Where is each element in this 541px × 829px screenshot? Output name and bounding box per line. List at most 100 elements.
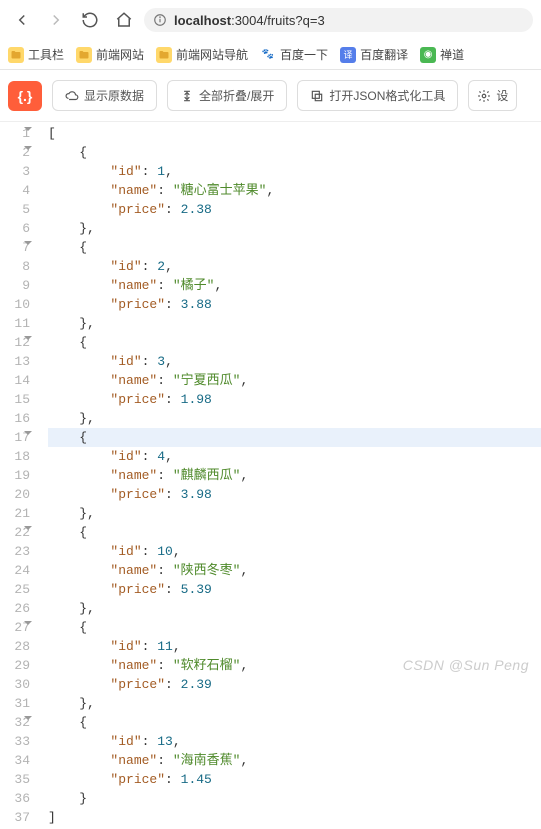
- code-line: "name": "橘子",: [48, 276, 541, 295]
- code-line: },: [48, 409, 541, 428]
- code-line: "price": 2.39: [48, 675, 541, 694]
- code-line: "price": 1.45: [48, 770, 541, 789]
- line-number: 13: [0, 352, 30, 371]
- code-line: "name": "海南香蕉",: [48, 751, 541, 770]
- code-line: "id": 10,: [48, 542, 541, 561]
- code-line: "price": 3.98: [48, 485, 541, 504]
- collapse-expand-label: 全部折叠/展开: [199, 87, 274, 104]
- url-text: localhost:3004/fruits?q=3: [174, 13, 525, 28]
- line-number: 20: [0, 485, 30, 504]
- code-line: "price": 5.39: [48, 580, 541, 599]
- bookmark-label: 工具栏: [28, 46, 64, 63]
- bookmark-label: 前端网站导航: [176, 46, 248, 63]
- line-number: 3: [0, 162, 30, 181]
- line-number: 23: [0, 542, 30, 561]
- bookmark-item[interactable]: ◉禅道: [420, 46, 464, 63]
- code-line: },: [48, 314, 541, 333]
- collapse-expand-button[interactable]: 全部折叠/展开: [167, 80, 287, 111]
- line-number: 33: [0, 732, 30, 751]
- fold-toggle-icon[interactable]: [24, 716, 32, 720]
- settings-button[interactable]: 设: [468, 80, 517, 111]
- translate-icon: 译: [340, 47, 356, 63]
- bookmark-item[interactable]: 🐾百度一下: [260, 46, 328, 63]
- bookmark-item[interactable]: 前端网站: [76, 46, 144, 63]
- home-button[interactable]: [110, 6, 138, 34]
- browser-nav-bar: localhost:3004/fruits?q=3: [0, 0, 541, 40]
- line-number: 9: [0, 276, 30, 295]
- code-line: "id": 4,: [48, 447, 541, 466]
- fold-toggle-icon[interactable]: [24, 431, 32, 435]
- fold-toggle-icon[interactable]: [24, 336, 32, 340]
- line-number: 29: [0, 656, 30, 675]
- code-line: "price": 1.98: [48, 390, 541, 409]
- line-number: 17: [0, 428, 30, 447]
- fold-toggle-icon[interactable]: [24, 241, 32, 245]
- app-icon: ◉: [420, 47, 436, 63]
- line-number: 36: [0, 789, 30, 808]
- open-tool-label: 打开JSON格式化工具: [329, 87, 445, 104]
- extension-logo: {.}: [8, 81, 42, 111]
- external-icon: [310, 89, 324, 103]
- back-button[interactable]: [8, 6, 36, 34]
- line-number: 8: [0, 257, 30, 276]
- show-raw-label: 显示原数据: [84, 87, 144, 104]
- line-number: 21: [0, 504, 30, 523]
- code-line: }: [48, 789, 541, 808]
- line-number: 34: [0, 751, 30, 770]
- code-line: {: [48, 428, 541, 447]
- code-line: "name": "陕西冬枣",: [48, 561, 541, 580]
- code-line: {: [48, 523, 541, 542]
- collapse-icon: [180, 89, 194, 103]
- line-number: 32: [0, 713, 30, 732]
- code-line: "id": 13,: [48, 732, 541, 751]
- fold-toggle-icon[interactable]: [24, 127, 32, 131]
- code-line: },: [48, 694, 541, 713]
- json-viewer-toolbar: {.} 显示原数据 全部折叠/展开 打开JSON格式化工具 设: [0, 70, 541, 122]
- code-line: {: [48, 143, 541, 162]
- baidu-icon: 🐾: [260, 47, 276, 63]
- code-line: "id": 2,: [48, 257, 541, 276]
- line-number: 27: [0, 618, 30, 637]
- bookmarks-bar: 工具栏前端网站 前端网站导航 🐾百度一下译百度翻译 ◉禅道: [0, 40, 541, 70]
- line-number: 28: [0, 637, 30, 656]
- line-number: 4: [0, 181, 30, 200]
- code-line: "price": 3.88: [48, 295, 541, 314]
- show-raw-button[interactable]: 显示原数据: [52, 80, 157, 111]
- line-number: 18: [0, 447, 30, 466]
- code-line: },: [48, 599, 541, 618]
- gear-icon: [477, 89, 491, 103]
- code-body[interactable]: [ { "id": 1, "name": "糖心富士苹果", "price": …: [38, 122, 541, 829]
- cloud-icon: [65, 89, 79, 103]
- bookmark-item[interactable]: 前端网站导航: [156, 46, 248, 63]
- line-number: 37: [0, 808, 30, 827]
- line-number: 1: [0, 124, 30, 143]
- url-bar[interactable]: localhost:3004/fruits?q=3: [144, 8, 533, 32]
- fold-toggle-icon[interactable]: [24, 621, 32, 625]
- bookmark-label: 百度翻译: [360, 46, 408, 63]
- bookmark-item[interactable]: 工具栏: [8, 46, 64, 63]
- line-number: 26: [0, 599, 30, 618]
- code-line: [: [48, 124, 541, 143]
- fold-toggle-icon[interactable]: [24, 146, 32, 150]
- code-line: "name": "麒麟西瓜",: [48, 466, 541, 485]
- fold-toggle-icon[interactable]: [24, 526, 32, 530]
- settings-label: 设: [496, 87, 508, 104]
- line-number: 25: [0, 580, 30, 599]
- bookmark-label: 百度一下: [280, 46, 328, 63]
- open-tool-button[interactable]: 打开JSON格式化工具: [297, 80, 458, 111]
- bookmark-item[interactable]: 译百度翻译: [340, 46, 408, 63]
- line-number: 22: [0, 523, 30, 542]
- forward-button[interactable]: [42, 6, 70, 34]
- code-line: "name": "宁夏西瓜",: [48, 371, 541, 390]
- bookmark-label: 禅道: [440, 46, 464, 63]
- code-line: },: [48, 219, 541, 238]
- code-line: "id": 11,: [48, 637, 541, 656]
- json-code-viewer: 1234567891011121314151617181920212223242…: [0, 122, 541, 829]
- line-number: 7: [0, 238, 30, 257]
- info-icon: [152, 12, 168, 28]
- folder-icon: [8, 47, 24, 63]
- code-line: "id": 3,: [48, 352, 541, 371]
- line-number: 2: [0, 143, 30, 162]
- folder-icon: [156, 47, 172, 63]
- reload-button[interactable]: [76, 6, 104, 34]
